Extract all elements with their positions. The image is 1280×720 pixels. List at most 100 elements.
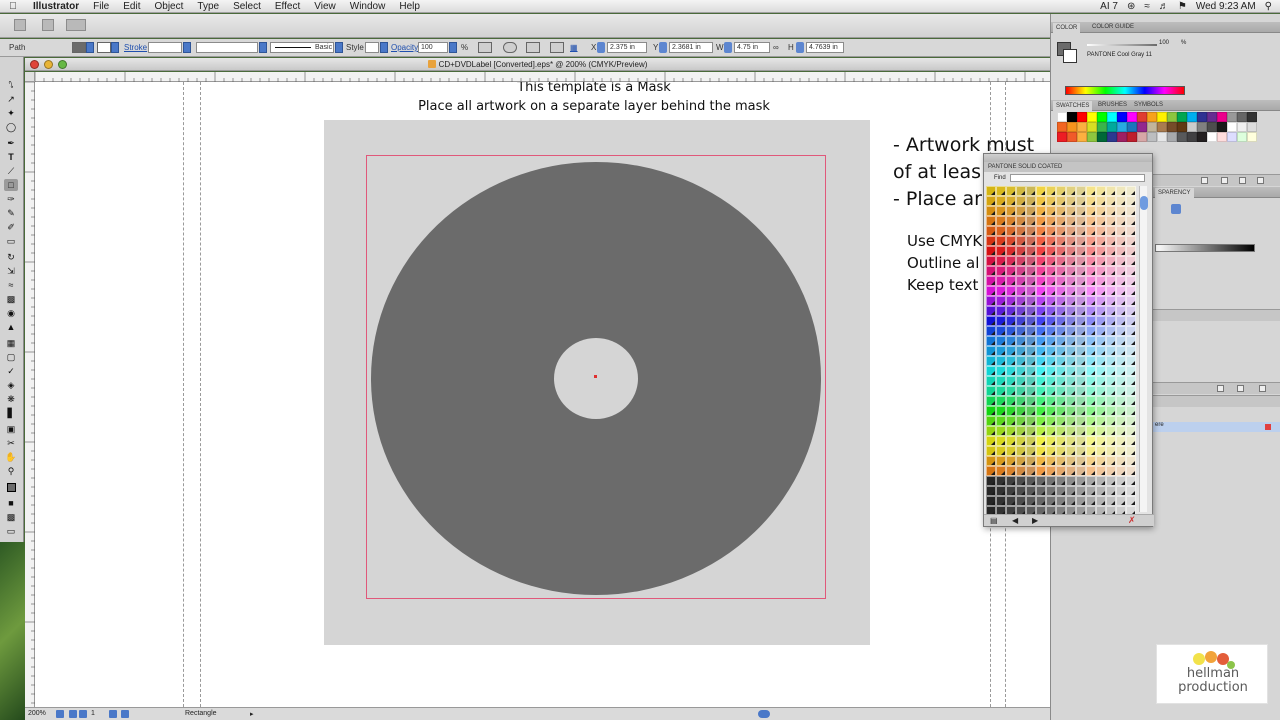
flag-icon[interactable]: ⚑ <box>1178 1 1187 12</box>
pantone-swatch-chip[interactable] <box>1026 356 1036 366</box>
pantone-swatch-chip[interactable] <box>1116 236 1126 246</box>
pantone-swatch-chip[interactable] <box>1116 336 1126 346</box>
pantone-swatch-chip[interactable] <box>1066 186 1076 196</box>
pantone-swatch-chip[interactable] <box>1006 506 1016 514</box>
pantone-swatch-chip[interactable] <box>1026 436 1036 446</box>
graphic-style-swatch[interactable] <box>365 42 379 53</box>
pantone-swatch-chip[interactable] <box>1026 486 1036 496</box>
pantone-swatch-chip[interactable] <box>1036 426 1046 436</box>
eraser-tool-icon[interactable]: ▭ <box>4 235 18 247</box>
pantone-swatch-chip[interactable] <box>1026 506 1036 514</box>
tab-transparency[interactable]: SPARENCY <box>1155 188 1194 198</box>
pantone-swatch-chip[interactable] <box>1046 366 1056 376</box>
pantone-swatch-chip[interactable] <box>1076 376 1086 386</box>
pantone-swatch-chip[interactable] <box>1066 216 1076 226</box>
pantone-swatch-chip[interactable] <box>1106 306 1116 316</box>
pantone-swatch-chip[interactable] <box>1086 506 1096 514</box>
color-mode-icon[interactable]: ■ <box>4 497 18 509</box>
pantone-swatch-chip[interactable] <box>1086 306 1096 316</box>
pantone-swatch-chip[interactable] <box>1026 476 1036 486</box>
pantone-swatch-chip[interactable] <box>1106 426 1116 436</box>
pantone-swatch-chip[interactable] <box>986 496 996 506</box>
symbol-sprayer-tool-icon[interactable]: ❋ <box>4 393 18 405</box>
pantone-swatch-chip[interactable] <box>1086 186 1096 196</box>
pantone-swatch-chip[interactable] <box>1106 376 1116 386</box>
pantone-swatch-chip[interactable] <box>1026 196 1036 206</box>
pantone-swatch-chip[interactable] <box>1036 396 1046 406</box>
column-graph-tool-icon[interactable]: ▋ <box>4 407 18 419</box>
pantone-swatch-chip[interactable] <box>1096 296 1106 306</box>
first-artboard-icon[interactable] <box>69 710 77 718</box>
pantone-swatch-chip[interactable] <box>1016 296 1026 306</box>
pantone-swatch-chip[interactable] <box>1106 266 1116 276</box>
pantone-swatch-chip[interactable] <box>1076 496 1086 506</box>
pantone-swatch-chip[interactable] <box>1026 346 1036 356</box>
swatch-chip[interactable] <box>1187 112 1197 122</box>
pantone-swatch-chip[interactable] <box>996 486 1006 496</box>
swatch-chip[interactable] <box>1177 122 1187 132</box>
swatch-chip[interactable] <box>1207 122 1217 132</box>
menu-app-illustrator[interactable]: Illustrator <box>26 1 86 12</box>
pantone-swatch-chip[interactable] <box>1036 306 1046 316</box>
swatch-chip[interactable] <box>1177 112 1187 122</box>
pantone-swatch-chip[interactable] <box>1076 266 1086 276</box>
pantone-swatch-chip[interactable] <box>1126 376 1136 386</box>
paintbrush-tool-icon[interactable]: ✑ <box>4 193 18 205</box>
pantone-swatch-chip[interactable] <box>1046 326 1056 336</box>
pantone-swatch-chip[interactable] <box>1096 456 1106 466</box>
pantone-swatch-chip[interactable] <box>996 256 1006 266</box>
pantone-swatch-chip[interactable] <box>1046 426 1056 436</box>
swatch-chip[interactable] <box>1167 122 1177 132</box>
pantone-swatch-chip[interactable] <box>1026 336 1036 346</box>
pantone-swatch-chip[interactable] <box>1116 476 1126 486</box>
pantone-swatch-chip[interactable] <box>1086 476 1096 486</box>
pantone-swatch-chip[interactable] <box>1026 416 1036 426</box>
pantone-swatch-chip[interactable] <box>1016 266 1026 276</box>
pantone-swatch-chip[interactable] <box>1056 196 1066 206</box>
pantone-swatch-chip[interactable] <box>1016 256 1026 266</box>
pantone-swatch-chip[interactable] <box>1056 346 1066 356</box>
swatch-options-icon[interactable] <box>1221 177 1228 184</box>
pantone-swatch-chip[interactable] <box>1026 466 1036 476</box>
wifi-icon[interactable]: ≈ <box>1144 1 1150 12</box>
pantone-swatch-chip[interactable] <box>1006 206 1016 216</box>
pantone-swatch-chip[interactable] <box>996 226 1006 236</box>
brush-definition-field[interactable]: Basic <box>270 42 334 53</box>
pantone-swatch-chip[interactable] <box>1036 486 1046 496</box>
pantone-swatch-chip[interactable] <box>996 276 1006 286</box>
constrain-proportions-icon[interactable]: ∞ <box>773 43 779 52</box>
pantone-swatch-chip[interactable] <box>1046 416 1056 426</box>
tint-value[interactable]: 100 <box>1159 40 1169 46</box>
pantone-swatch-chip[interactable] <box>1036 346 1046 356</box>
pantone-swatch-chip[interactable] <box>1116 256 1126 266</box>
pantone-swatch-chip[interactable] <box>1116 416 1126 426</box>
pantone-swatch-chip[interactable] <box>1106 316 1116 326</box>
workspace-switcher-icon[interactable] <box>66 19 86 31</box>
pantone-swatch-chip[interactable] <box>986 466 996 476</box>
pantone-swatch-chip[interactable] <box>1126 216 1136 226</box>
swatch-chip[interactable] <box>1137 132 1147 142</box>
pantone-swatch-chip[interactable] <box>1116 316 1126 326</box>
pantone-swatch-chip[interactable] <box>1066 276 1076 286</box>
screen-mode-icon[interactable]: ▭ <box>4 525 18 537</box>
artboard-tool-icon[interactable]: ▣ <box>4 423 18 435</box>
pantone-swatch-chip[interactable] <box>1126 426 1136 436</box>
pantone-swatch-chip[interactable] <box>986 506 996 514</box>
pantone-swatch-chip[interactable] <box>1056 406 1066 416</box>
pantone-swatch-chip[interactable] <box>986 446 996 456</box>
swatch-chip[interactable] <box>1207 132 1217 142</box>
pantone-swatch-chip[interactable] <box>1116 216 1126 226</box>
pantone-swatch-chip[interactable] <box>1036 356 1046 366</box>
pantone-swatch-chip[interactable] <box>1016 336 1026 346</box>
bridge-icon[interactable] <box>14 19 26 31</box>
pantone-swatch-chip[interactable] <box>1096 236 1106 246</box>
pantone-swatch-chip[interactable] <box>1046 186 1056 196</box>
pantone-swatch-chip[interactable] <box>1096 486 1106 496</box>
pantone-swatch-chip[interactable] <box>1116 386 1126 396</box>
pantone-swatch-chip[interactable] <box>1086 386 1096 396</box>
pantone-swatch-chip[interactable] <box>986 296 996 306</box>
pantone-swatch-chip[interactable] <box>1006 366 1016 376</box>
swatch-chip[interactable] <box>1197 112 1207 122</box>
pantone-swatch-chip[interactable] <box>1056 506 1066 514</box>
transform-panel-link-icon[interactable]: ▦ <box>570 43 578 52</box>
